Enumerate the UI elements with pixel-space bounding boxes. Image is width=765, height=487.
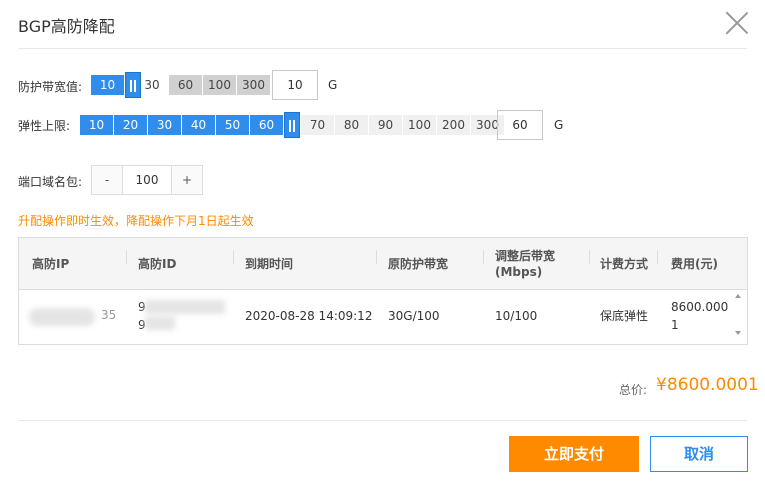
cell-expire: 2020-08-28 14:09:12 [245, 309, 373, 323]
bandwidth-slider-handle[interactable] [125, 72, 141, 98]
header-separator [483, 250, 484, 264]
cell-billing: 保底弹性 [600, 309, 649, 323]
bandwidth-option[interactable]: 60 [169, 75, 202, 95]
cancel-button[interactable]: 取消 [650, 436, 748, 472]
header-expire: 到期时间 [245, 257, 294, 271]
ports-decrement-button[interactable]: - [92, 166, 122, 194]
redacted-id [145, 300, 225, 314]
cell-ip: 35 [101, 308, 117, 322]
elastic-option[interactable]: 20 [114, 115, 147, 135]
header-separator [376, 250, 377, 264]
bandwidth-option[interactable]: 100 [203, 75, 236, 95]
ports-stepper[interactable]: - 100 + [91, 165, 203, 195]
ports-value-input[interactable]: 100 [122, 166, 172, 194]
elastic-slider[interactable]: 10 20 30 40 50 60 70 80 90 100 200 300 [80, 112, 505, 138]
pay-button[interactable]: 立即支付 [509, 436, 639, 472]
bandwidth-option[interactable]: 300 [237, 75, 270, 95]
elastic-label: 弹性上限: [18, 119, 71, 133]
header-ip: 高防IP [32, 257, 70, 271]
notice-text: 升配操作即时生效，降配操作下月1日起生效 [18, 214, 254, 228]
total-value: ¥8600.0001 [656, 375, 759, 395]
header-fee: 费用(元) [671, 257, 718, 271]
elastic-option[interactable]: 10 [80, 115, 113, 135]
header-orig-bw: 原防护带宽 [388, 257, 449, 271]
elastic-option[interactable]: 70 [301, 115, 334, 135]
divider [18, 48, 747, 49]
bandwidth-slider[interactable]: 10 30 60 100 300 [91, 72, 271, 98]
elastic-option[interactable]: 80 [335, 115, 368, 135]
ports-increment-button[interactable]: + [172, 166, 202, 194]
header-billing: 计费方式 [600, 257, 649, 271]
total-label: 总价: [619, 383, 648, 397]
table-header: 高防IP 高防ID 到期时间 原防护带宽 调整后带宽(Mbps) 计费方式 费用… [19, 238, 747, 290]
header-id: 高防ID [138, 257, 177, 271]
elastic-option[interactable]: 90 [369, 115, 402, 135]
elastic-option[interactable]: 30 [148, 115, 181, 135]
scroll-up-icon[interactable] [735, 294, 741, 298]
bandwidth-input[interactable]: 10 [272, 70, 318, 100]
bandwidth-label: 防护带宽值: [18, 80, 83, 94]
elastic-option[interactable]: 40 [182, 115, 215, 135]
elastic-option[interactable]: 50 [216, 115, 249, 135]
header-separator [233, 250, 234, 264]
header-separator [657, 250, 658, 264]
ports-label: 端口域名包: [18, 175, 83, 189]
cell-orig-bw: 30G/100 [388, 309, 440, 323]
header-separator [589, 250, 590, 264]
bandwidth-option-selected[interactable]: 10 [91, 75, 124, 95]
close-icon[interactable] [724, 10, 750, 36]
elastic-unit: G [554, 118, 564, 132]
redacted-id [145, 316, 175, 330]
dialog-title: BGP高防降配 [18, 17, 115, 36]
redacted-ip [29, 308, 95, 326]
elastic-option-selected[interactable]: 60 [250, 115, 283, 135]
divider [18, 420, 747, 421]
bandwidth-option[interactable]: 30 [142, 75, 162, 95]
elastic-option[interactable]: 200 [437, 115, 470, 135]
elastic-option[interactable]: 100 [403, 115, 436, 135]
elastic-slider-handle[interactable] [284, 112, 300, 138]
bandwidth-unit: G [328, 78, 338, 92]
scroll-down-icon[interactable] [735, 331, 741, 335]
header-new-bw: 调整后带宽(Mbps) [495, 249, 556, 279]
cell-new-bw: 10/100 [495, 309, 538, 323]
cell-fee-line1: 8600.000 [671, 300, 729, 314]
cell-fee-line2: 1 [671, 318, 679, 332]
header-separator [126, 250, 127, 264]
order-table: 高防IP 高防ID 到期时间 原防护带宽 调整后带宽(Mbps) 计费方式 费用… [18, 237, 748, 345]
elastic-input[interactable]: 60 [497, 110, 543, 140]
